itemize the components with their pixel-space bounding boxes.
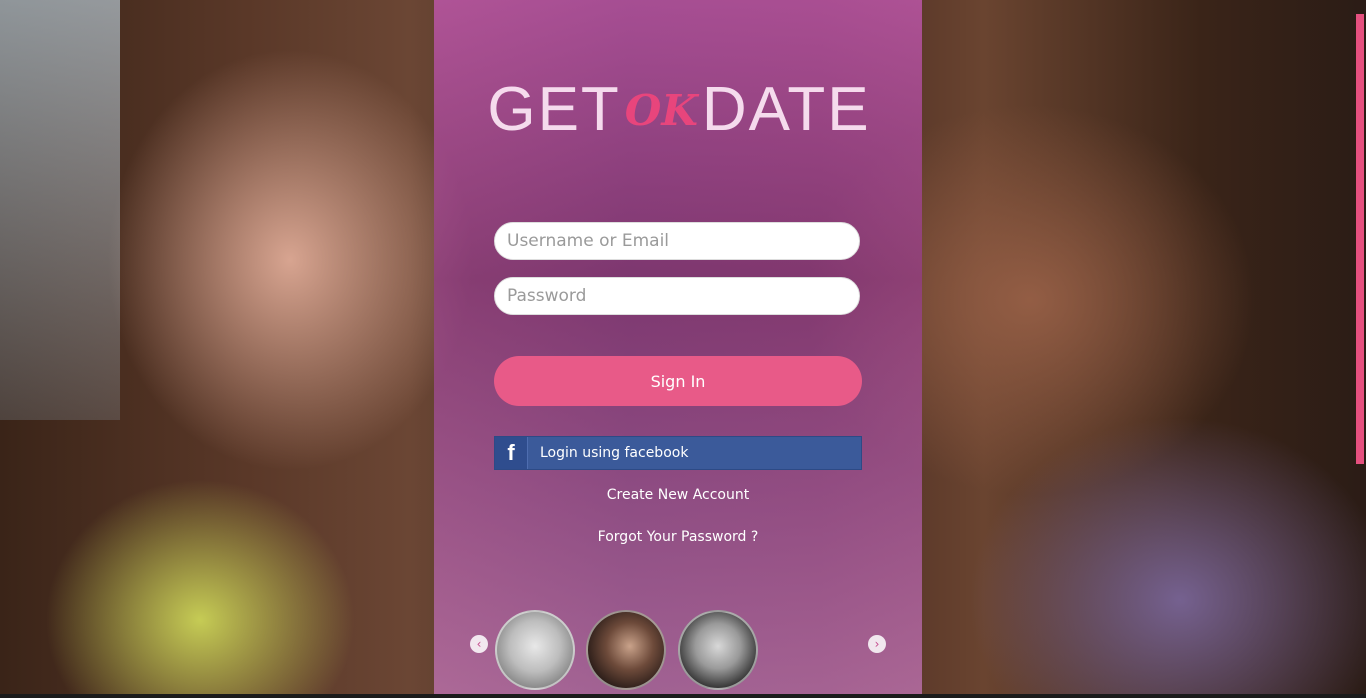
password-input[interactable] (494, 277, 860, 315)
right-accent-bar (1356, 14, 1364, 464)
facebook-login-label: Login using facebook (540, 445, 689, 461)
bottom-divider (0, 694, 1366, 698)
carousel-avatar[interactable] (586, 610, 666, 690)
logo: GET OK DATE (487, 70, 868, 150)
facebook-icon: f (495, 437, 528, 469)
logo-part-date: DATE (701, 75, 871, 144)
facebook-login-button[interactable]: f Login using facebook (494, 436, 862, 470)
carousel-next-icon[interactable]: › (868, 635, 886, 653)
carousel-avatar[interactable] (495, 610, 575, 690)
carousel-prev-icon[interactable]: ‹ (470, 635, 488, 653)
username-input[interactable] (494, 222, 860, 260)
sign-in-button[interactable]: Sign In (494, 356, 862, 406)
carousel-avatar[interactable] (678, 610, 758, 690)
forgot-password-link[interactable]: Forgot Your Password ? (494, 529, 862, 545)
logo-part-ok: OK (624, 85, 698, 135)
logo-part-get: GET (487, 75, 621, 144)
background-sky (0, 0, 120, 420)
create-account-link[interactable]: Create New Account (494, 487, 862, 503)
